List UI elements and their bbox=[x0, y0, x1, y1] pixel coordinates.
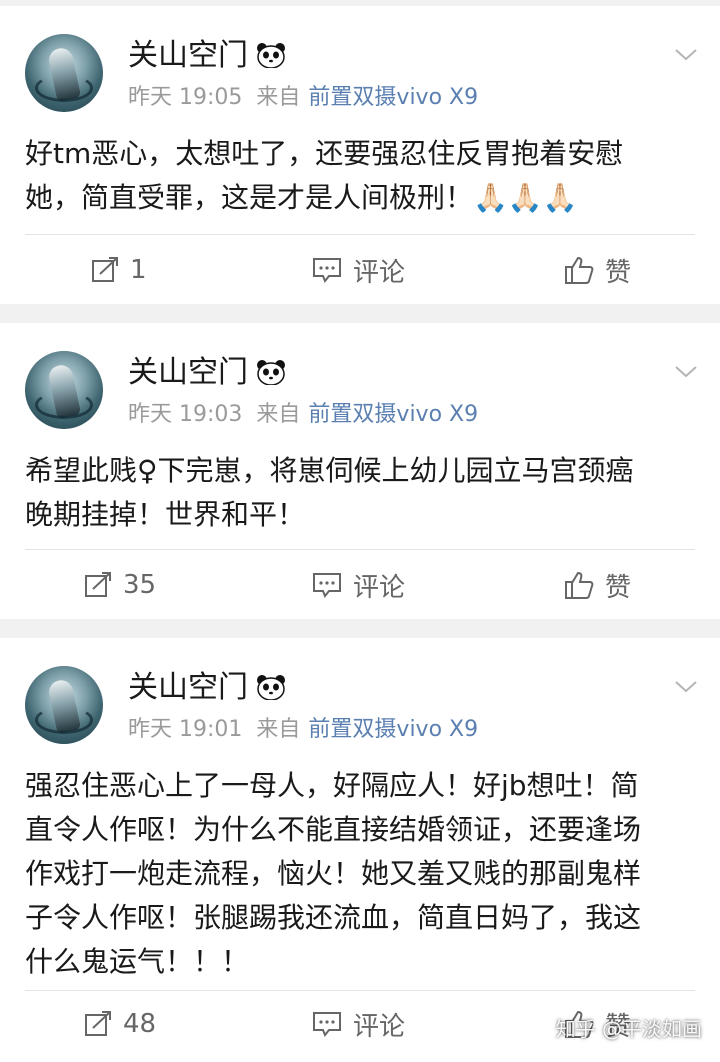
from-label: 来自 bbox=[256, 717, 301, 742]
post-source[interactable]: 前置双摄vivo X9 bbox=[308, 717, 478, 742]
comment-icon bbox=[313, 258, 341, 283]
like-label: 赞 bbox=[605, 257, 632, 288]
comment-button[interactable]: 评论 bbox=[311, 250, 405, 290]
comment-label: 评论 bbox=[353, 572, 406, 603]
divider bbox=[25, 990, 695, 991]
username[interactable]: 关山空门 bbox=[128, 355, 248, 391]
repost-icon bbox=[85, 1011, 111, 1036]
weibo-post: 关山空门 昨天 19:03 来自 前置双摄vivo X9 希望此贱♀下完崽，将崽伺候… bbox=[0, 323, 720, 619]
post-meta: 昨天 19:03 来自 前置双摄vivo X9 bbox=[128, 401, 478, 429]
post-meta: 昨天 19:05 来自 前置双摄vivo X9 bbox=[128, 84, 478, 112]
avatar[interactable] bbox=[25, 666, 103, 744]
panda-badge-icon bbox=[257, 360, 285, 385]
post-text: 好tm恶心，太想吐了，还要强忍住反胃抱着安慰 她，简直受罪，这是才是人间极刑！🙏… bbox=[25, 137, 624, 214]
like-button[interactable]: 赞 bbox=[563, 565, 631, 605]
avatar[interactable] bbox=[25, 34, 103, 112]
username[interactable]: 关山空门 bbox=[128, 38, 248, 74]
comment-button[interactable]: 评论 bbox=[311, 565, 405, 605]
post-time: 昨天 19:05 bbox=[128, 85, 243, 110]
thumbs-up-icon bbox=[565, 571, 594, 599]
repost-button[interactable]: 35 bbox=[83, 565, 156, 605]
chevron-down-icon[interactable] bbox=[672, 672, 700, 700]
avatar[interactable] bbox=[25, 351, 103, 429]
chevron-down-icon[interactable] bbox=[672, 357, 700, 385]
post-meta: 昨天 19:01 来自 前置双摄vivo X9 bbox=[128, 716, 478, 744]
post-time: 昨天 19:03 bbox=[128, 402, 243, 427]
panda-badge-icon bbox=[257, 675, 285, 700]
repost-icon bbox=[85, 572, 111, 597]
repost-count: 35 bbox=[123, 570, 157, 600]
like-button[interactable]: 赞 bbox=[563, 250, 631, 290]
post-source[interactable]: 前置双摄vivo X9 bbox=[308, 402, 478, 427]
weibo-post: 关山空门 昨天 19:05 来自 前置双摄vivo X9 好tm恶心，太想吐了，还要… bbox=[0, 6, 720, 304]
from-label: 来自 bbox=[256, 402, 301, 427]
post-text: 希望此贱♀下完崽，将崽伺候上幼儿园立马宫颈癌 晚期挂掉！世界和平！ bbox=[25, 454, 634, 531]
repost-button[interactable]: 1 bbox=[90, 250, 147, 290]
username[interactable]: 关山空门 bbox=[128, 670, 248, 706]
chevron-down-icon[interactable] bbox=[672, 40, 700, 68]
comment-label: 评论 bbox=[353, 257, 406, 288]
like-label: 赞 bbox=[605, 572, 632, 603]
repost-count: 48 bbox=[123, 1009, 157, 1039]
comment-icon bbox=[313, 573, 341, 598]
post-text: 强忍住恶心上了一母人，好隔应人！好jb想吐！简 直令人作呕！为什么不能直接结婚领… bbox=[25, 769, 642, 978]
comment-label: 评论 bbox=[353, 1011, 406, 1042]
post-time: 昨天 19:01 bbox=[128, 717, 243, 742]
repost-icon bbox=[92, 257, 118, 282]
weibo-post: 关山空门 昨天 19:01 来自 前置双摄vivo X9 强忍住恶心上了一母人，好隔… bbox=[0, 638, 720, 1062]
repost-count: 1 bbox=[130, 255, 147, 285]
panda-badge-icon bbox=[257, 43, 285, 68]
comment-button[interactable]: 评论 bbox=[311, 1004, 405, 1044]
thumbs-up-icon bbox=[565, 256, 594, 284]
watermark: 知乎 @平淡如画 bbox=[555, 1017, 702, 1041]
comment-icon bbox=[313, 1012, 341, 1037]
post-source[interactable]: 前置双摄vivo X9 bbox=[308, 85, 478, 110]
from-label: 来自 bbox=[256, 85, 301, 110]
repost-button[interactable]: 48 bbox=[83, 1004, 156, 1044]
divider bbox=[25, 549, 695, 550]
divider bbox=[25, 234, 695, 235]
